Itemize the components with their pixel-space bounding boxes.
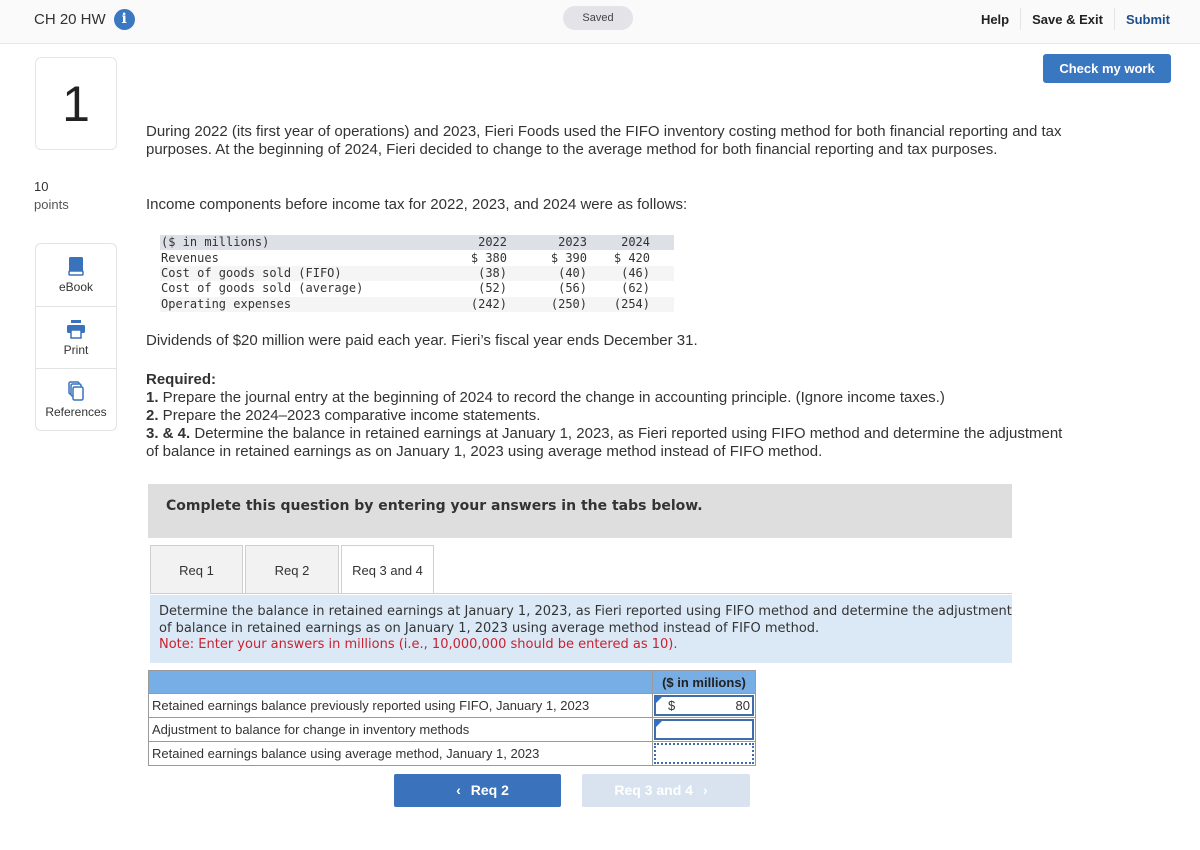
- adjustment-input[interactable]: [654, 719, 754, 740]
- saved-status-badge: Saved: [563, 6, 633, 30]
- next-label: Req 3 and 4: [614, 782, 693, 798]
- ebook-label: eBook: [58, 280, 94, 294]
- chevron-right-icon: ›: [702, 782, 708, 798]
- table-row: Cost of goods sold (FIFO) (38) (40) (46): [160, 265, 674, 282]
- row-label: Operating expenses: [160, 296, 458, 312]
- cell-value: (56): [558, 281, 587, 296]
- printer-icon: [67, 320, 85, 339]
- cell-value: (38): [458, 265, 508, 282]
- column-header: ($ in millions): [652, 670, 756, 694]
- tab-req-3-and-4[interactable]: Req 3 and 4: [341, 545, 434, 594]
- print-button[interactable]: Print: [36, 306, 116, 368]
- instructions-text: Determine the balance in retained earnin…: [159, 604, 1012, 636]
- question-number: 1: [35, 57, 117, 150]
- header-cell: 2022: [458, 235, 508, 251]
- input-value: 80: [735, 698, 750, 713]
- points-label: points: [34, 197, 69, 212]
- row-label: Retained earnings balance using average …: [148, 741, 653, 766]
- requirement-number: 2.: [146, 407, 159, 424]
- answer-row: Retained earnings balance using average …: [148, 741, 756, 766]
- cell-value: (254): [588, 296, 674, 312]
- required-label: Required:: [146, 371, 217, 388]
- requirement-number: 1.: [146, 389, 159, 406]
- answer-row: Retained earnings balance previously rep…: [148, 693, 756, 718]
- row-label: Revenues: [161, 250, 219, 265]
- table-row: Revenues $ 380 $ 390 $ 420: [160, 250, 674, 265]
- info-icon[interactable]: i: [113, 9, 135, 30]
- cell-value: $ 390: [550, 250, 587, 265]
- save-exit-link[interactable]: Save & Exit: [1021, 9, 1114, 30]
- income-components-table: ($ in millions) 2022 2023 2024 Revenues …: [160, 235, 674, 312]
- requirement-text: Determine the balance in retained earnin…: [146, 425, 1063, 460]
- tab-req-1[interactable]: Req 1: [150, 545, 243, 594]
- question-intro: During 2022 (its first year of operation…: [146, 123, 1062, 158]
- prev-label: Req 2: [470, 782, 509, 798]
- row-label: Cost of goods sold (average): [161, 281, 364, 296]
- requirement-text: Prepare the 2024–2023 comparative income…: [158, 407, 541, 424]
- cell-value: (52): [478, 281, 507, 296]
- table-row: Cost of goods sold (average) (52) (56) (…: [160, 281, 674, 296]
- check-my-work-button[interactable]: Check my work: [1043, 54, 1171, 83]
- currency-symbol: $: [668, 698, 676, 713]
- requirements: Required: 1. Prepare the journal entry a…: [146, 371, 1076, 461]
- requirement-number: 3. & 4.: [146, 425, 191, 442]
- references-label: References: [45, 405, 107, 419]
- points-display: 10 points: [34, 178, 69, 214]
- requirement-text: Prepare the journal entry at the beginni…: [158, 389, 945, 406]
- cell-value: $ 380: [470, 250, 507, 265]
- cell-value: (62): [621, 281, 650, 296]
- previous-req-button[interactable]: ‹ Req 2: [394, 774, 561, 807]
- cell-value: (46): [588, 265, 674, 282]
- requirement-item: 1. Prepare the journal entry at the begi…: [146, 389, 1076, 407]
- requirement-item: 2. Prepare the 2024–2023 comparative inc…: [146, 407, 1076, 425]
- points-value: 10: [34, 179, 49, 194]
- help-link[interactable]: Help: [970, 9, 1020, 30]
- print-label: Print: [63, 343, 89, 357]
- table-row: Operating expenses (242) (250) (254): [160, 296, 674, 312]
- header-cell: 2024: [588, 235, 674, 251]
- cell-value: (40): [508, 265, 588, 282]
- tab-instructions: Determine the balance in retained earnin…: [150, 595, 1012, 663]
- fifo-balance-input[interactable]: $ 80: [654, 695, 754, 716]
- tab-req-2[interactable]: Req 2: [245, 545, 339, 594]
- header-cell: 2023: [508, 235, 588, 251]
- header-blank: [148, 670, 653, 694]
- submit-link[interactable]: Submit: [1115, 9, 1182, 30]
- references-button[interactable]: References: [36, 368, 116, 430]
- assignment-title: CH 20 HW i: [34, 9, 135, 30]
- chevron-left-icon: ‹: [456, 782, 461, 798]
- assignment-title-text: CH 20 HW: [34, 11, 106, 28]
- cell-value: (242): [458, 296, 508, 312]
- tools-panel: eBook Print References: [35, 243, 117, 431]
- cell-value: (250): [508, 296, 588, 312]
- book-icon: [68, 257, 84, 276]
- answer-header-row: ($ in millions): [148, 670, 756, 694]
- ebook-button[interactable]: eBook: [36, 244, 116, 306]
- copy-pages-icon: [68, 381, 84, 401]
- components-intro: Income components before income tax for …: [146, 196, 688, 213]
- answer-table: ($ in millions) Retained earnings balanc…: [148, 670, 756, 766]
- note-text: Note: Enter your answers in millions (i.…: [159, 637, 678, 652]
- header-links: Help Save & Exit Submit: [970, 8, 1182, 30]
- cell-value: $ 420: [613, 250, 650, 265]
- requirement-tabs: Req 1 Req 2 Req 3 and 4: [150, 545, 436, 594]
- average-balance-total-cell[interactable]: [654, 743, 754, 764]
- instruction-banner: Complete this question by entering your …: [148, 484, 1012, 538]
- header-cell: ($ in millions): [160, 235, 458, 251]
- row-label: Adjustment to balance for change in inve…: [148, 717, 653, 742]
- requirement-item: 3. & 4. Determine the balance in retaine…: [146, 425, 1076, 461]
- answer-row: Adjustment to balance for change in inve…: [148, 717, 756, 742]
- divider: [150, 593, 1012, 594]
- table-header-row: ($ in millions) 2022 2023 2024: [160, 235, 674, 251]
- top-bar: CH 20 HW i Saved Help Save & Exit Submit: [0, 0, 1200, 44]
- dividends-text: Dividends of $20 million were paid each …: [146, 332, 698, 349]
- row-label: Cost of goods sold (FIFO): [160, 265, 458, 282]
- row-label: Retained earnings balance previously rep…: [148, 693, 653, 718]
- next-req-button: Req 3 and 4 ›: [582, 774, 750, 807]
